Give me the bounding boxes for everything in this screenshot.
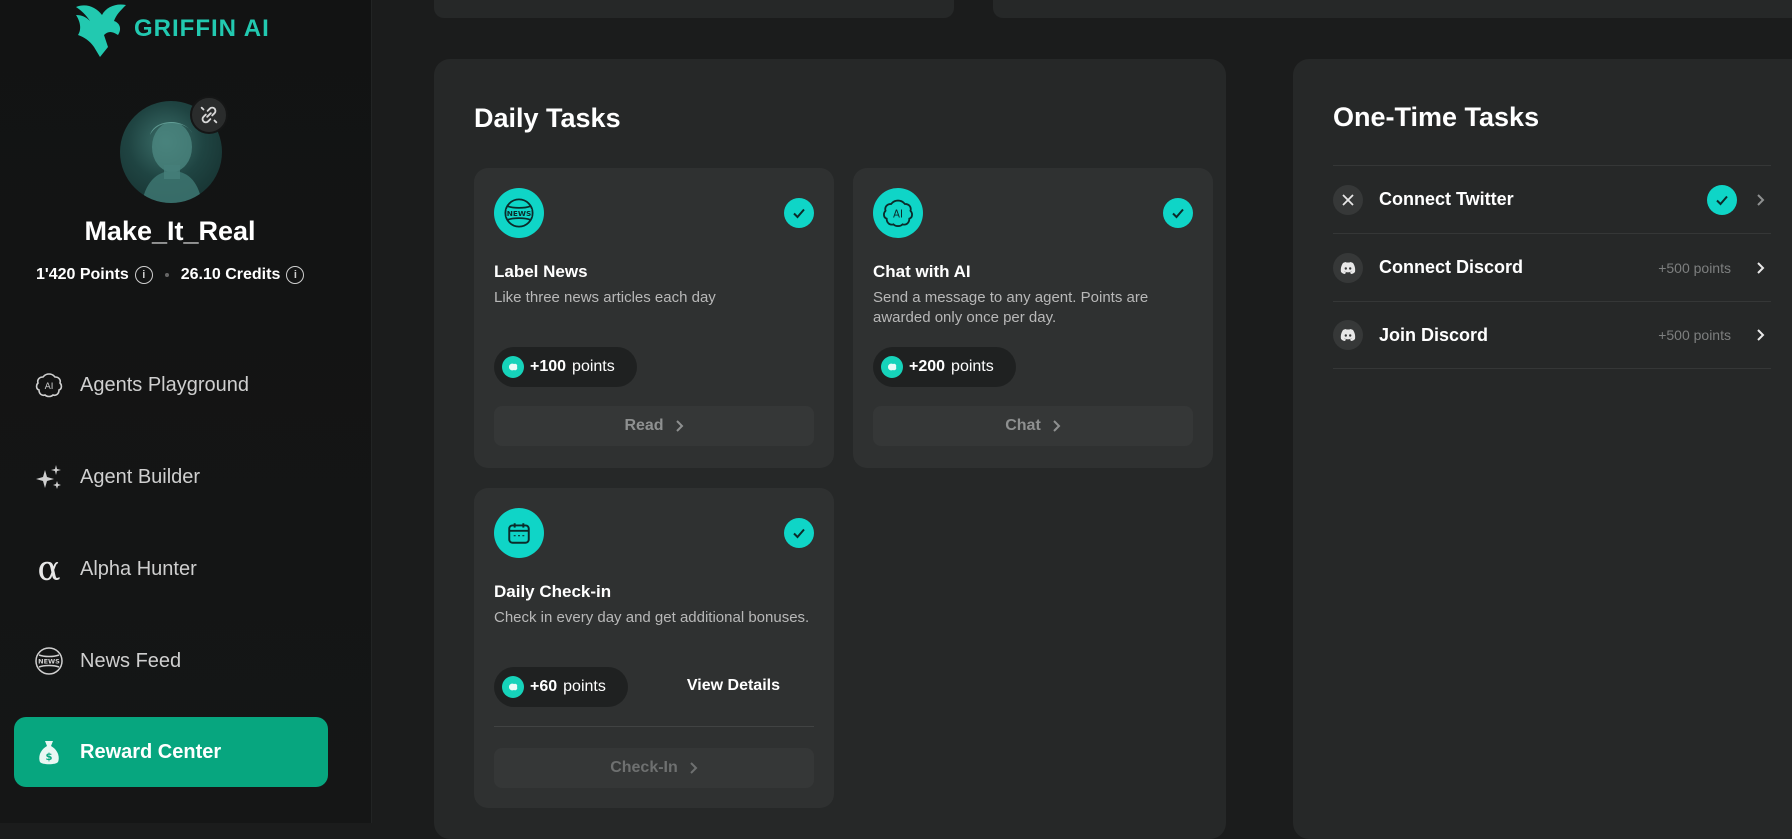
coin-icon <box>881 356 903 378</box>
completed-check-icon <box>1163 198 1193 228</box>
task-description: Send a message to any agent. Points are … <box>873 289 1149 326</box>
task-description: Like three news articles each day <box>494 289 716 306</box>
brand-name: GRIFFIN AI <box>134 15 270 42</box>
top-card-left <box>434 0 954 18</box>
discord-icon <box>1333 252 1363 283</box>
task-title: Chat with AI <box>873 262 971 281</box>
points-badge: +100 points <box>494 347 637 387</box>
nav-label: Alpha Hunter <box>80 557 197 580</box>
nav-label: News Feed <box>80 649 182 672</box>
svg-text:NEWS: NEWS <box>38 658 60 666</box>
ai-brain-icon: AI <box>34 370 64 400</box>
calendar-icon <box>494 508 544 558</box>
username: Make_It_Real <box>84 216 256 246</box>
task-row-connect-twitter[interactable]: Connect Twitter <box>1333 165 1771 233</box>
link-wallet-button[interactable] <box>190 96 228 134</box>
button-label: Check-In <box>610 759 678 776</box>
task-card-daily-check-in: Daily Check-in Check in every day and ge… <box>474 488 834 808</box>
view-details-link[interactable]: View Details <box>687 677 780 695</box>
separator-dot <box>164 273 169 277</box>
divider <box>494 726 814 727</box>
top-card-right <box>993 0 1792 18</box>
chevron-right-icon <box>1749 193 1771 207</box>
points-unit: points <box>572 358 615 375</box>
task-reward: +500 points <box>1658 259 1731 276</box>
ai-brain-icon: AI <box>873 188 923 238</box>
button-label: Chat <box>1005 417 1041 434</box>
nav-label: Agents Playground <box>80 373 250 396</box>
profile-stats: 1'420 Points i 26.10 Credits i <box>36 266 305 284</box>
task-description: Check in every day and get additional bo… <box>494 609 810 626</box>
points-badge: +200 points <box>873 347 1016 387</box>
sparkles-icon <box>34 462 64 492</box>
nav-label: Reward Center <box>80 740 222 763</box>
one-time-tasks-title: One-Time Tasks <box>1333 102 1540 132</box>
points-unit: points <box>563 678 606 695</box>
check-in-button[interactable]: Check-In <box>494 748 814 788</box>
completed-check-icon <box>784 198 814 228</box>
daily-tasks-panel: Daily Tasks NEWS Label News Like three n… <box>434 59 1226 839</box>
read-button[interactable]: Read <box>494 406 814 446</box>
news-globe-icon: NEWS <box>34 646 64 676</box>
daily-tasks-title: Daily Tasks <box>474 103 621 133</box>
points-info-icon[interactable]: i <box>134 266 153 284</box>
nav-item-agent-builder[interactable]: Agent Builder <box>14 442 328 512</box>
button-label: Read <box>624 417 664 434</box>
discord-icon <box>1333 320 1363 350</box>
alpha-icon: α <box>37 549 61 589</box>
task-label: Connect Discord <box>1379 257 1524 277</box>
coin-icon <box>502 676 524 698</box>
nav-label: Agent Builder <box>80 465 201 488</box>
chevron-right-icon <box>675 420 683 432</box>
one-time-tasks-panel: One-Time Tasks Connect Twitter Connect D… <box>1293 59 1792 839</box>
link-icon <box>200 106 218 124</box>
svg-text:AI: AI <box>45 382 54 392</box>
nav-item-agents-playground[interactable]: AI Agents Playground <box>14 350 328 420</box>
money-bag-icon: $ <box>34 737 64 767</box>
task-label: Join Discord <box>1379 324 1489 345</box>
points-value: +100 <box>530 358 567 375</box>
svg-text:NEWS: NEWS <box>507 209 532 218</box>
chevron-right-icon <box>1749 328 1771 342</box>
main-content: Daily Tasks NEWS Label News Like three n… <box>372 0 1792 839</box>
task-reward: +500 points <box>1658 327 1731 343</box>
task-title: Daily Check-in <box>494 582 612 601</box>
nav-item-alpha-hunter[interactable]: α Alpha Hunter <box>14 534 328 604</box>
points-value: +200 <box>909 358 946 375</box>
completed-check-icon <box>1707 184 1737 215</box>
task-row-join-discord[interactable]: Join Discord +500 points <box>1333 301 1771 369</box>
chevron-right-icon <box>690 762 698 774</box>
points-unit: points <box>951 358 994 375</box>
completed-check-icon <box>784 518 814 548</box>
task-label: Connect Twitter <box>1379 189 1514 209</box>
nav-item-reward-center[interactable]: $ Reward Center <box>14 717 328 787</box>
credits-info-icon[interactable]: i <box>286 266 305 284</box>
chat-button[interactable]: Chat <box>873 406 1193 446</box>
chevron-right-icon <box>1749 261 1771 275</box>
task-title: Label News <box>494 262 588 281</box>
sidebar: GRIFFIN AI Make_It_Real 1'420 Points i 2… <box>0 0 372 823</box>
news-icon: NEWS <box>494 188 544 238</box>
nav-item-news-feed[interactable]: NEWS News Feed <box>14 626 328 696</box>
griffin-logo-icon <box>76 4 126 57</box>
task-card-label-news: NEWS Label News Like three news articles… <box>474 168 834 468</box>
coin-icon <box>502 356 524 378</box>
points-balance: 1'420 Points <box>36 266 129 283</box>
points-value: +60 <box>530 678 558 695</box>
chevron-right-icon <box>1053 420 1061 432</box>
svg-text:$: $ <box>46 752 53 763</box>
x-icon <box>1333 184 1363 215</box>
brand-logo[interactable]: GRIFFIN AI <box>72 0 270 58</box>
task-card-chat-with-ai: AI Chat with AI Send a message to any ag… <box>853 168 1213 468</box>
task-row-connect-discord[interactable]: Connect Discord +500 points <box>1333 233 1771 301</box>
points-badge: +60 points <box>494 667 628 707</box>
svg-text:AI: AI <box>893 210 903 221</box>
credits-balance: 26.10 Credits <box>180 266 281 283</box>
